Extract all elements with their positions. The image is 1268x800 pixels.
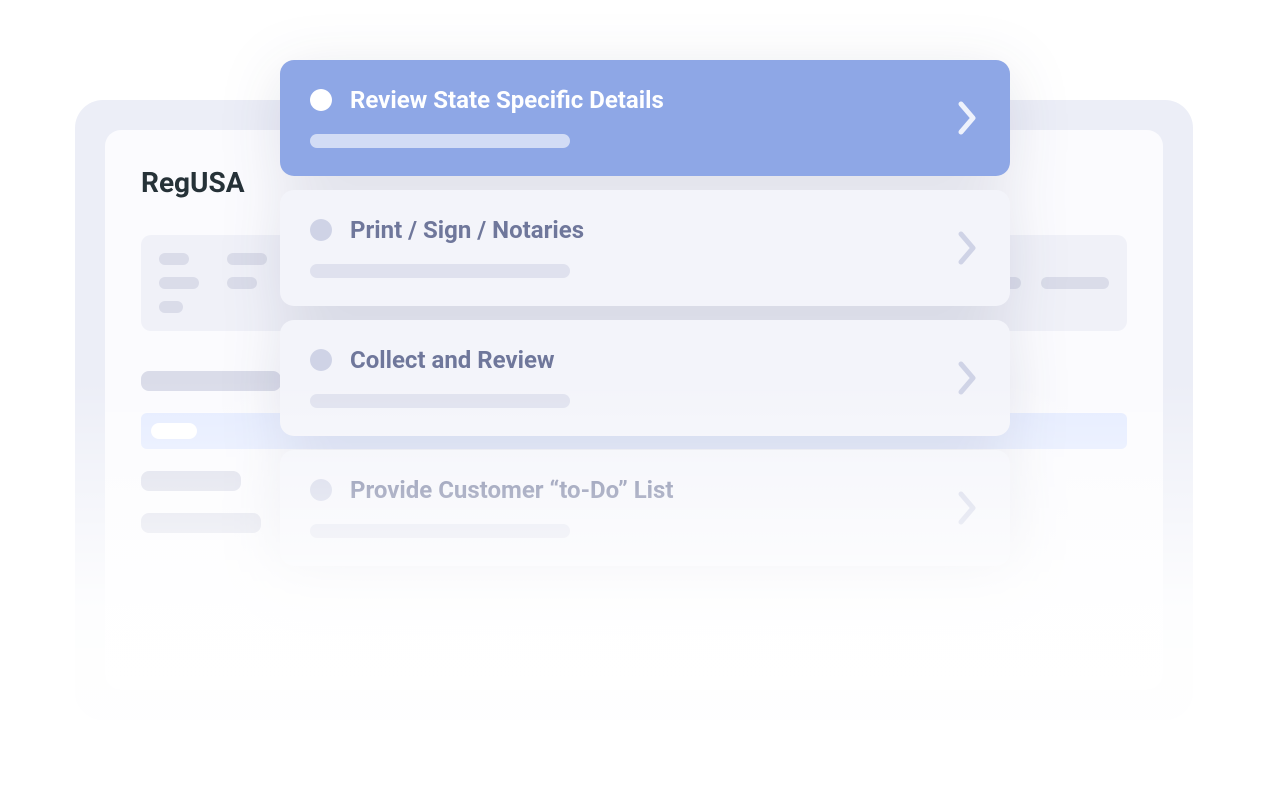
step-subtitle-skeleton	[310, 264, 570, 278]
step-subtitle-skeleton	[310, 394, 570, 408]
step-bullet-icon	[310, 479, 332, 501]
step-bullet-icon	[310, 349, 332, 371]
step-title: Print / Sign / Notaries	[350, 216, 584, 244]
skeleton-col	[227, 253, 267, 313]
step-collect-and-review[interactable]: Collect and Review	[280, 320, 1010, 436]
step-title: Review State Specific Details	[350, 86, 664, 114]
skeleton-bar	[159, 277, 199, 289]
step-review-state-details[interactable]: Review State Specific Details	[280, 60, 1010, 176]
step-print-sign-notaries[interactable]: Print / Sign / Notaries	[280, 190, 1010, 306]
step-subtitle-skeleton	[310, 134, 570, 148]
step-header: Review State Specific Details	[310, 86, 980, 114]
chevron-right-icon	[954, 488, 980, 528]
skeleton-col	[1041, 277, 1109, 289]
step-bullet-icon	[310, 219, 332, 241]
step-bullet-icon	[310, 89, 332, 111]
step-title: Collect and Review	[350, 346, 555, 374]
step-subtitle-skeleton	[310, 524, 570, 538]
step-provide-customer-todo-list[interactable]: Provide Customer “to-Do” List	[280, 450, 1010, 566]
chevron-right-icon	[954, 358, 980, 398]
skeleton-row	[141, 471, 241, 491]
step-header: Provide Customer “to-Do” List	[310, 476, 980, 504]
skeleton-row	[141, 513, 261, 533]
skeleton-bar	[1041, 277, 1109, 289]
skeleton-bar	[227, 253, 267, 265]
skeleton-bar	[159, 253, 189, 265]
steps-stack: Review State Specific Details Print / Si…	[280, 60, 1010, 566]
chevron-right-icon	[954, 98, 980, 138]
skeleton-bar	[227, 277, 257, 289]
step-title: Provide Customer “to-Do” List	[350, 476, 673, 504]
chevron-right-icon	[954, 228, 980, 268]
skeleton-col	[159, 253, 199, 313]
skeleton-row	[141, 371, 281, 391]
step-header: Collect and Review	[310, 346, 980, 374]
skeleton-bar	[159, 301, 183, 313]
step-header: Print / Sign / Notaries	[310, 216, 980, 244]
